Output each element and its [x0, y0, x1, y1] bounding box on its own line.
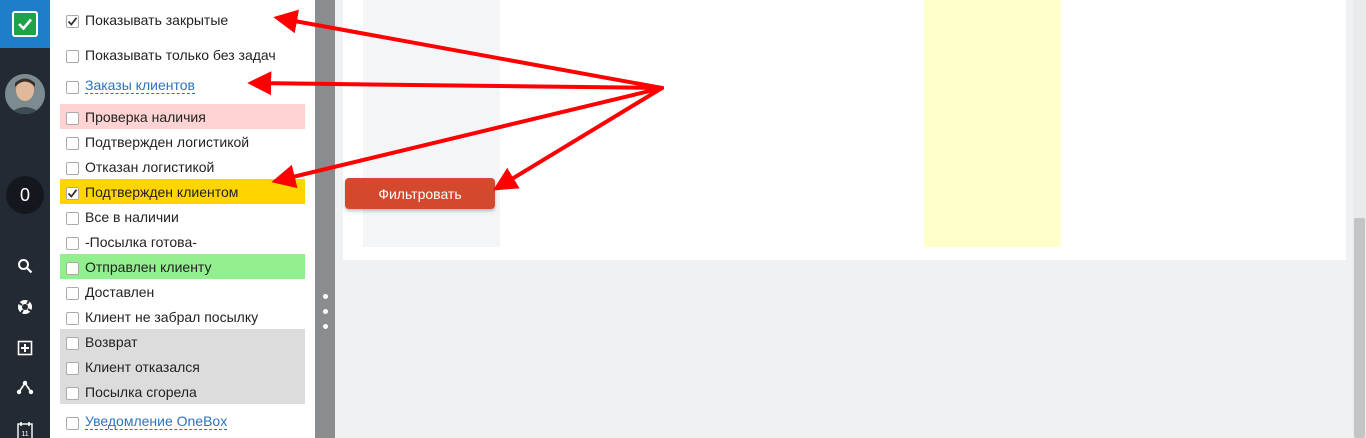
filter-option[interactable]: Проверка наличия	[60, 104, 305, 129]
checkbox[interactable]	[66, 312, 79, 325]
filter-option[interactable]: Заказы клиентов	[60, 73, 305, 98]
filter-option-label: -Посылка готова-	[85, 233, 197, 250]
main-content	[335, 0, 1353, 438]
checkbox[interactable]	[66, 112, 79, 125]
lifebuoy-icon[interactable]	[15, 297, 35, 317]
filter-option[interactable]: Показывать только без задач	[60, 42, 305, 67]
filter-group-link[interactable]: Заказы клиентов	[85, 77, 195, 94]
checkbox[interactable]	[66, 237, 79, 250]
filter-option-label: Все в наличии	[85, 208, 179, 225]
checked-checkbox[interactable]	[66, 15, 79, 28]
filter-option[interactable]: -Посылка готова-	[60, 229, 305, 254]
filter-option-label: Показывать закрытые	[85, 11, 229, 28]
filter-option[interactable]: Отправлен клиенту	[60, 254, 305, 279]
filter-option-label: Клиент не забрал посылку	[85, 308, 259, 325]
checkbox[interactable]	[66, 262, 79, 275]
filter-option[interactable]: Подтвержден клиентом	[60, 179, 305, 204]
filter-option[interactable]: Возврат	[60, 329, 305, 354]
filter-option-label: Клиент отказался	[85, 358, 200, 375]
app-logo[interactable]	[0, 0, 50, 48]
checked-checkbox[interactable]	[66, 187, 79, 200]
checkmark-logo-icon	[12, 11, 38, 37]
filter-option[interactable]: Клиент отказался	[60, 354, 305, 379]
checkbox[interactable]	[66, 337, 79, 350]
calendar-day-label: 11	[21, 431, 28, 438]
user-avatar[interactable]	[5, 74, 45, 114]
filter-option[interactable]: Показывать закрытые	[60, 7, 305, 32]
notification-counter[interactable]: 0	[6, 176, 44, 214]
board-column	[363, 0, 500, 247]
panel-splitter[interactable]	[315, 0, 335, 438]
filter-option-label: Посылка сгорела	[85, 383, 197, 400]
filter-option-label: Проверка наличия	[85, 108, 206, 125]
checkbox[interactable]	[66, 287, 79, 300]
filter-option[interactable]: Уведомление OneBox	[60, 409, 305, 434]
checkbox[interactable]	[66, 417, 79, 430]
filter-option-label: Доставлен	[85, 283, 155, 300]
checkbox[interactable]	[66, 362, 79, 375]
splitter-grip-dot	[323, 294, 328, 299]
filter-group-link[interactable]: Уведомление OneBox	[85, 413, 228, 430]
checkbox[interactable]	[66, 137, 79, 150]
checkbox[interactable]	[66, 81, 79, 94]
checkbox[interactable]	[66, 387, 79, 400]
filter-panel: Показывать закрытые Показывать только без…	[50, 0, 315, 438]
filter-button[interactable]: Фильтровать	[345, 178, 495, 209]
calendar-icon[interactable]: 11	[15, 420, 35, 438]
filter-option-label: Показывать только без задач	[85, 46, 276, 63]
filter-option[interactable]: Доставлен	[60, 279, 305, 304]
share-icon[interactable]	[15, 377, 35, 397]
filter-option[interactable]: Клиент не забрал посылку	[60, 304, 305, 329]
checkbox[interactable]	[66, 50, 79, 63]
filter-option[interactable]: Отказан логистикой	[60, 154, 305, 179]
filter-option-label: Отказан логистикой	[85, 158, 215, 175]
filter-option-label: Возврат	[85, 333, 138, 350]
filter-option-label: Подтвержден клиентом	[85, 183, 239, 200]
board-card	[343, 0, 1346, 260]
add-box-icon[interactable]	[15, 338, 35, 358]
search-icon[interactable]	[15, 256, 35, 276]
checkbox[interactable]	[66, 212, 79, 225]
filter-option[interactable]: Посылка сгорела	[60, 379, 305, 404]
checkbox[interactable]	[66, 162, 79, 175]
scrollbar-thumb[interactable]	[1354, 218, 1365, 438]
board-column-highlighted	[924, 0, 1061, 247]
checkmark-icon	[67, 17, 78, 26]
left-nav: 0 11	[0, 0, 50, 438]
splitter-grip-dot	[323, 309, 328, 314]
filter-option[interactable]: Все в наличии	[60, 204, 305, 229]
splitter-grip-dot	[323, 324, 328, 329]
filter-option-label: Отправлен клиенту	[85, 258, 212, 275]
checkmark-icon	[67, 189, 78, 198]
filter-option-label: Подтвержден логистикой	[85, 133, 250, 150]
filter-option[interactable]: Подтвержден логистикой	[60, 129, 305, 154]
